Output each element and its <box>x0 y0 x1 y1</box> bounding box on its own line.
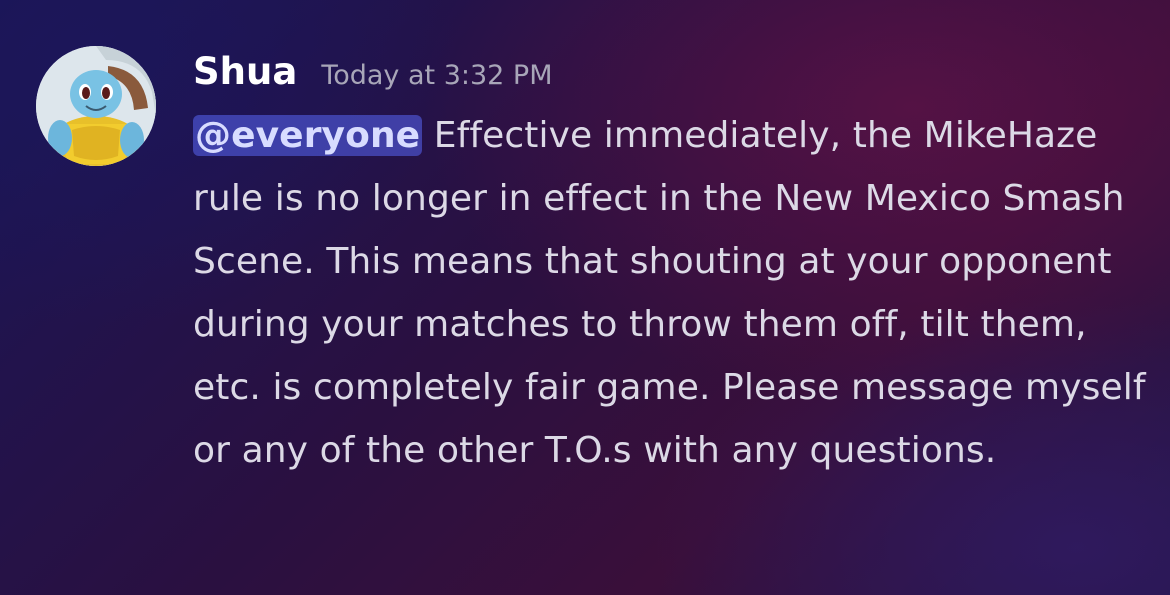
username[interactable]: Shua <box>193 46 297 98</box>
everyone-mention[interactable]: @everyone <box>193 115 423 156</box>
squirtle-avatar-icon <box>36 46 156 166</box>
message-content: Shua Today at 3:32 PM @everyone Effectiv… <box>193 46 1153 482</box>
message-text: Effective immediately, the MikeHaze rule… <box>193 115 1146 471</box>
message-body: @everyone Effective immediately, the Mik… <box>193 104 1153 482</box>
message-header: Shua Today at 3:32 PM <box>193 46 1153 98</box>
avatar[interactable] <box>36 46 156 166</box>
timestamp[interactable]: Today at 3:32 PM <box>321 50 552 102</box>
